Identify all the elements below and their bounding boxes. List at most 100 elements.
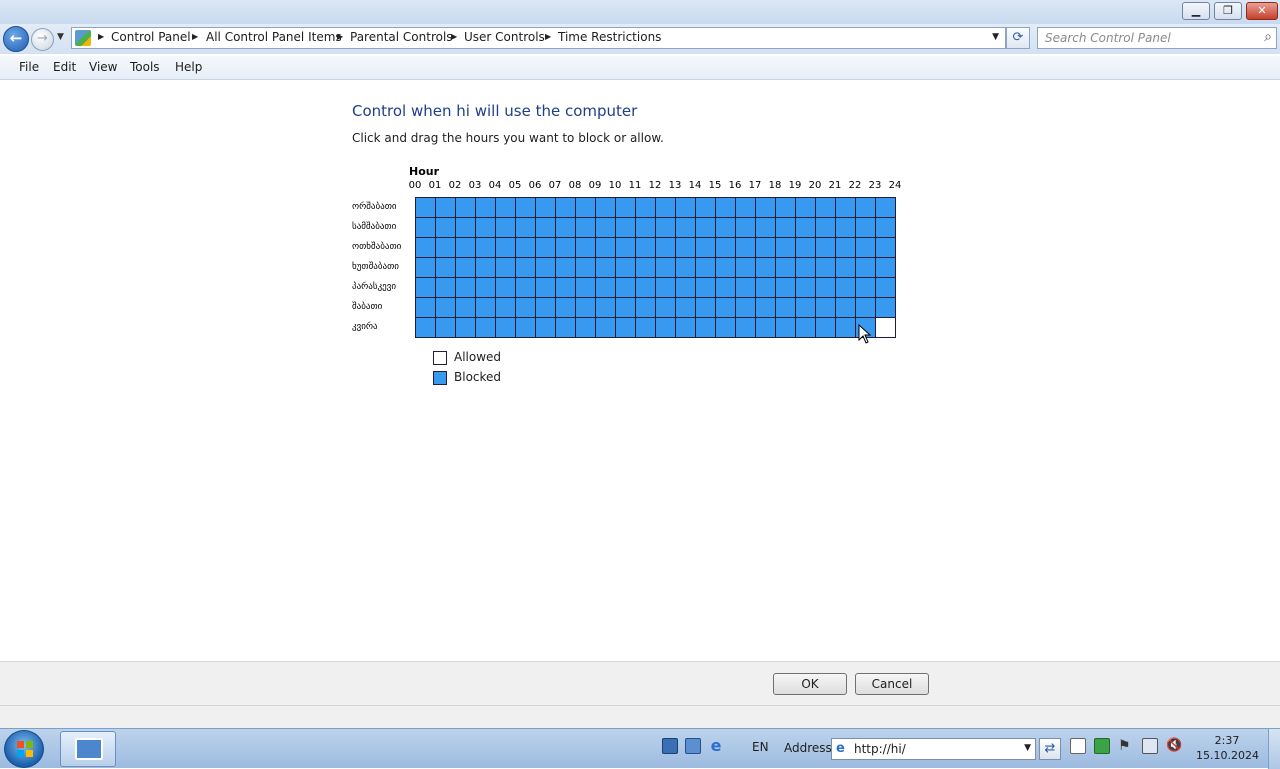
hour-cell-blocked[interactable] <box>536 258 556 278</box>
hour-cell-blocked[interactable] <box>876 238 896 258</box>
hour-cell-blocked[interactable] <box>676 218 696 238</box>
hour-cell-blocked[interactable] <box>436 298 456 318</box>
hour-cell-blocked[interactable] <box>776 298 796 318</box>
maximize-button[interactable]: ❐ <box>1214 2 1242 20</box>
hour-cell-blocked[interactable] <box>856 278 876 298</box>
hour-cell-blocked[interactable] <box>496 278 516 298</box>
breadcrumb-time-restrictions[interactable]: Time Restrictions <box>558 30 661 44</box>
hour-cell-blocked[interactable] <box>436 258 456 278</box>
hour-cell-blocked[interactable] <box>516 318 536 338</box>
hour-cell-blocked[interactable] <box>576 258 596 278</box>
hour-cell-blocked[interactable] <box>416 298 436 318</box>
hour-cell-blocked[interactable] <box>536 278 556 298</box>
hour-cell-blocked[interactable] <box>676 198 696 218</box>
address-go-button[interactable]: ⇄ <box>1039 738 1061 760</box>
hour-cell-blocked[interactable] <box>496 298 516 318</box>
hour-cell-blocked[interactable] <box>556 218 576 238</box>
hour-cell-blocked[interactable] <box>496 258 516 278</box>
address-dropdown-icon[interactable]: ▼ <box>1024 743 1031 753</box>
close-button[interactable]: ✕ <box>1246 2 1278 20</box>
language-indicator[interactable]: EN <box>752 740 769 754</box>
hour-cell-blocked[interactable] <box>876 218 896 238</box>
hour-cell-blocked[interactable] <box>636 278 656 298</box>
hour-cell-blocked[interactable] <box>636 258 656 278</box>
hour-cell-blocked[interactable] <box>676 278 696 298</box>
hour-cell-blocked[interactable] <box>456 278 476 298</box>
hour-cell-blocked[interactable] <box>696 278 716 298</box>
hour-cell-blocked[interactable] <box>796 238 816 258</box>
hour-cell-blocked[interactable] <box>596 278 616 298</box>
hour-cell-allowed[interactable] <box>876 318 896 338</box>
hour-cell-blocked[interactable] <box>856 258 876 278</box>
breadcrumb-separator-icon[interactable]: ▶ <box>337 32 343 41</box>
hour-cell-blocked[interactable] <box>636 298 656 318</box>
hour-cell-blocked[interactable] <box>856 298 876 318</box>
hour-cell-blocked[interactable] <box>796 198 816 218</box>
hour-cell-blocked[interactable] <box>756 258 776 278</box>
breadcrumb-user-controls[interactable]: User Controls <box>464 30 545 44</box>
hour-cell-blocked[interactable] <box>836 298 856 318</box>
hour-cell-blocked[interactable] <box>656 298 676 318</box>
search-box[interactable]: ⌕ <box>1037 27 1277 49</box>
hour-cell-blocked[interactable] <box>416 198 436 218</box>
hour-cell-blocked[interactable] <box>576 238 596 258</box>
time-restriction-grid[interactable] <box>415 197 896 338</box>
hour-cell-blocked[interactable] <box>796 218 816 238</box>
hour-cell-blocked[interactable] <box>696 218 716 238</box>
hour-cell-blocked[interactable] <box>456 258 476 278</box>
hour-cell-blocked[interactable] <box>756 278 776 298</box>
hour-cell-blocked[interactable] <box>836 238 856 258</box>
address-toolbar-box[interactable]: e ▼ <box>831 738 1036 760</box>
breadcrumb-all-items[interactable]: All Control Panel Items <box>206 30 342 44</box>
hour-cell-blocked[interactable] <box>536 238 556 258</box>
hour-cell-blocked[interactable] <box>696 198 716 218</box>
hour-cell-blocked[interactable] <box>436 218 456 238</box>
hour-cell-blocked[interactable] <box>556 318 576 338</box>
hour-cell-blocked[interactable] <box>416 278 436 298</box>
hour-cell-blocked[interactable] <box>836 258 856 278</box>
hour-cell-blocked[interactable] <box>456 198 476 218</box>
hour-cell-blocked[interactable] <box>776 198 796 218</box>
hour-cell-blocked[interactable] <box>596 318 616 338</box>
hour-cell-blocked[interactable] <box>576 298 596 318</box>
breadcrumb-separator-icon[interactable]: ▶ <box>545 32 551 41</box>
hour-cell-blocked[interactable] <box>676 238 696 258</box>
hour-cell-blocked[interactable] <box>876 258 896 278</box>
hour-cell-blocked[interactable] <box>596 238 616 258</box>
hour-cell-blocked[interactable] <box>616 198 636 218</box>
hour-cell-blocked[interactable] <box>536 298 556 318</box>
cancel-button[interactable]: Cancel <box>855 673 929 695</box>
hour-cell-blocked[interactable] <box>476 278 496 298</box>
hour-cell-blocked[interactable] <box>656 238 676 258</box>
hour-cell-blocked[interactable] <box>776 258 796 278</box>
hour-cell-blocked[interactable] <box>476 318 496 338</box>
hour-cell-blocked[interactable] <box>576 218 596 238</box>
hour-cell-blocked[interactable] <box>716 198 736 218</box>
hour-cell-blocked[interactable] <box>656 278 676 298</box>
hour-cell-blocked[interactable] <box>436 238 456 258</box>
hour-cell-blocked[interactable] <box>616 318 636 338</box>
hour-cell-blocked[interactable] <box>476 198 496 218</box>
breadcrumb-parental-controls[interactable]: Parental Controls <box>350 30 453 44</box>
hour-cell-blocked[interactable] <box>796 278 816 298</box>
hour-cell-blocked[interactable] <box>856 238 876 258</box>
hour-cell-blocked[interactable] <box>636 238 656 258</box>
hour-cell-blocked[interactable] <box>616 238 636 258</box>
hour-cell-blocked[interactable] <box>816 278 836 298</box>
hour-cell-blocked[interactable] <box>596 258 616 278</box>
hour-cell-blocked[interactable] <box>556 198 576 218</box>
hour-cell-blocked[interactable] <box>676 318 696 338</box>
menu-tools[interactable]: Tools <box>130 60 160 74</box>
hour-cell-blocked[interactable] <box>816 298 836 318</box>
hour-cell-blocked[interactable] <box>696 318 716 338</box>
hour-cell-blocked[interactable] <box>816 258 836 278</box>
search-input[interactable] <box>1038 28 1250 48</box>
hour-cell-blocked[interactable] <box>776 238 796 258</box>
hour-cell-blocked[interactable] <box>676 258 696 278</box>
hour-cell-blocked[interactable] <box>436 198 456 218</box>
hour-cell-blocked[interactable] <box>816 218 836 238</box>
hour-cell-blocked[interactable] <box>616 218 636 238</box>
hour-cell-blocked[interactable] <box>756 218 776 238</box>
hour-cell-blocked[interactable] <box>576 318 596 338</box>
hour-cell-blocked[interactable] <box>416 238 436 258</box>
